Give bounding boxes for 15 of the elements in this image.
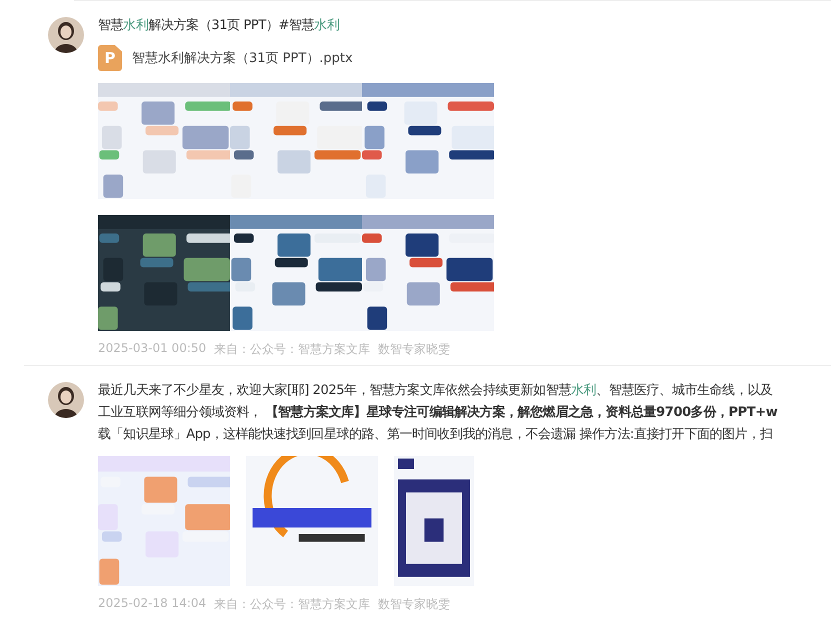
post-text: 载「知识星球」App，这样能快速找到回星球的路、第一时间收到我的消息，不会遗漏 操作方法:直接打开下面的图片，扫 [98, 426, 774, 444]
keyword-link[interactable]: 水利 [570, 383, 596, 398]
post-time: 2025-03-01 00:50 [98, 341, 206, 357]
post-source: 来自：公众号：智慧方案文库 [214, 596, 370, 613]
post-source: 来自：公众号：智慧方案文库 [214, 341, 370, 358]
file-name-link[interactable]: 智慧水利解决方案（31页 PPT）.pptx [132, 49, 353, 67]
post-text: 最近几天来了不少星友，欢迎大家[耶] 2025年，智慧方案文库依然会持续更新如智慧水利、智慧医疗、城市生命线，以及 [98, 382, 774, 400]
author-link[interactable]: 数智专家晓雯 [378, 341, 450, 358]
post-text: 工业互联网等细分领域资料， 【智慧方案文库】星球专注可编辑解决方案，解您燃眉之急，资料总量9700多份，PPT+w [98, 404, 778, 422]
file-type-badge: P [98, 45, 122, 71]
keyword-link[interactable]: 水利 [123, 18, 148, 33]
post-time: 2025-02-18 14:04 [98, 596, 206, 612]
post-text: 智慧水利解决方案（31页 PPT）#智慧水利 [98, 17, 340, 35]
author-link[interactable]: 数智专家晓雯 [378, 596, 450, 613]
keyword-link[interactable]: 水利 [314, 18, 340, 33]
